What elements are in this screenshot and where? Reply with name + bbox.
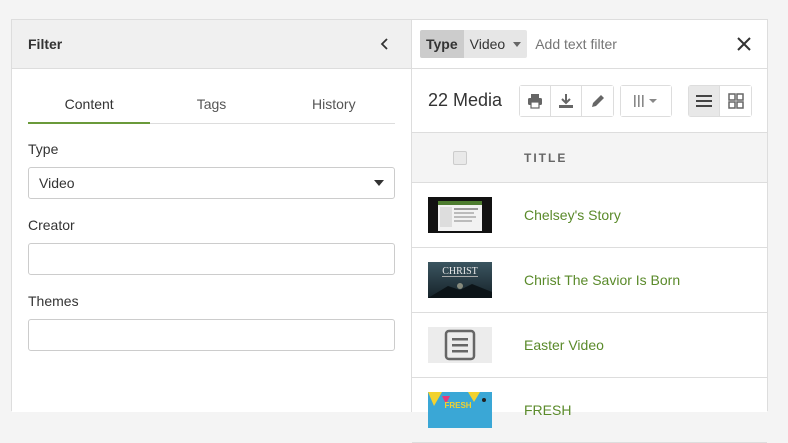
- tab-content[interactable]: Content: [28, 92, 151, 124]
- type-select[interactable]: Video: [28, 167, 395, 199]
- type-select-value: Video: [39, 175, 75, 191]
- download-icon: [559, 94, 573, 108]
- view-toggle-group: [688, 85, 752, 117]
- filter-tabs: Content Tags History: [28, 92, 395, 124]
- table-row[interactable]: CHRIST Christ The Savior Is Born: [412, 248, 767, 313]
- grid-icon: [727, 93, 744, 109]
- media-thumbnail[interactable]: FRESH: [428, 392, 492, 428]
- media-thumbnail[interactable]: [428, 197, 492, 233]
- tab-history[interactable]: History: [273, 92, 395, 123]
- caret-down-icon: [513, 41, 522, 47]
- christ-thumbnail-image: CHRIST: [428, 262, 492, 298]
- media-panel: Type Video 22 Media: [412, 20, 767, 443]
- table-row[interactable]: Chelsey's Story: [412, 183, 767, 248]
- filter-chip-value: Video: [469, 36, 506, 52]
- edit-button[interactable]: [582, 86, 613, 116]
- column-header-title[interactable]: TITLE: [524, 151, 567, 165]
- media-title-link[interactable]: Christ The Savior Is Born: [524, 272, 680, 288]
- themes-field[interactable]: [28, 319, 395, 351]
- list-view-button[interactable]: [689, 86, 720, 116]
- media-title-link[interactable]: Easter Video: [524, 337, 604, 353]
- filter-chip-value-dropdown[interactable]: Video: [463, 30, 528, 58]
- media-count: 22 Media: [428, 90, 503, 110]
- columns-icon: [634, 95, 657, 107]
- filter-panel: Filter Content Tags History Type Video C…: [12, 20, 412, 412]
- media-library-window: Filter Content Tags History Type Video C…: [11, 19, 768, 443]
- media-thumbnail[interactable]: [428, 327, 492, 363]
- document-placeholder-icon: [428, 327, 492, 363]
- media-toolbar: 22 Media: [412, 69, 767, 133]
- chevron-left-icon: [380, 38, 388, 50]
- filter-chip-type[interactable]: Type Video: [420, 30, 528, 58]
- themes-label: Themes: [28, 293, 79, 309]
- actions-group: [519, 85, 614, 117]
- caret-down-icon: [374, 180, 384, 186]
- text-filter-input[interactable]: [535, 36, 706, 52]
- table-row[interactable]: Easter Video: [412, 313, 767, 378]
- close-button[interactable]: [735, 35, 753, 53]
- type-label: Type: [28, 141, 59, 157]
- thumbnail-caption: FRESH: [444, 401, 471, 410]
- tab-tags[interactable]: Tags: [150, 92, 272, 123]
- grid-view-button[interactable]: [720, 86, 751, 116]
- table-header: TITLE: [412, 133, 767, 183]
- fresh-thumbnail-image: FRESH: [428, 392, 492, 428]
- media-title-link[interactable]: FRESH: [524, 402, 571, 418]
- media-title-link[interactable]: Chelsey's Story: [524, 207, 621, 223]
- list-icon: [696, 95, 712, 107]
- print-button[interactable]: [520, 86, 551, 116]
- close-icon: [737, 37, 751, 51]
- creator-label: Creator: [28, 217, 75, 233]
- thumbnail-caption: CHRIST: [442, 266, 478, 277]
- screenshot-thumbnail-image: [428, 197, 492, 233]
- search-bar: Type Video: [412, 20, 767, 69]
- media-thumbnail[interactable]: CHRIST: [428, 262, 492, 298]
- columns-dropdown-button[interactable]: [621, 86, 671, 116]
- pencil-icon: [591, 95, 604, 107]
- download-button[interactable]: [551, 86, 582, 116]
- collapse-panel-button[interactable]: [375, 34, 395, 54]
- creator-field[interactable]: [28, 243, 395, 275]
- columns-group: [620, 85, 672, 117]
- filter-chip-key: Type: [420, 30, 464, 58]
- filter-header: Filter: [12, 20, 411, 69]
- print-icon: [528, 94, 542, 109]
- filter-title: Filter: [28, 36, 63, 52]
- select-all-checkbox[interactable]: [453, 151, 467, 165]
